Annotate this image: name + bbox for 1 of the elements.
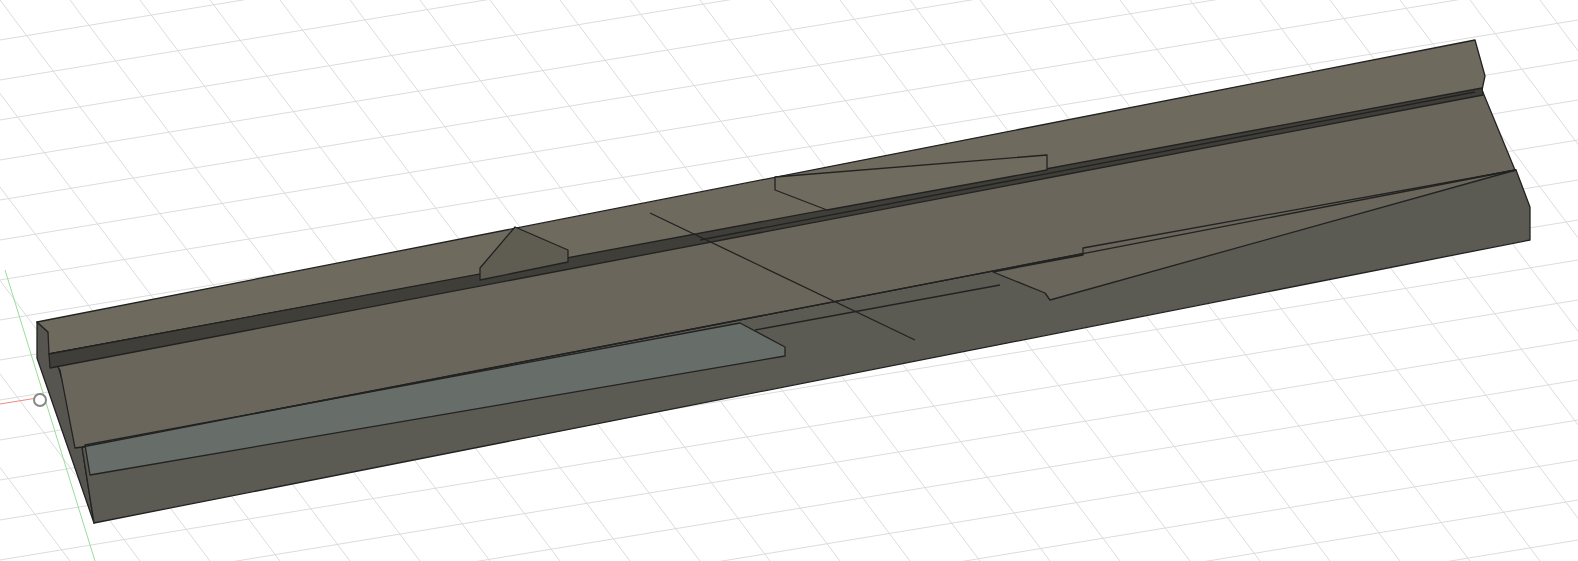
- origin-icon: [33, 393, 47, 407]
